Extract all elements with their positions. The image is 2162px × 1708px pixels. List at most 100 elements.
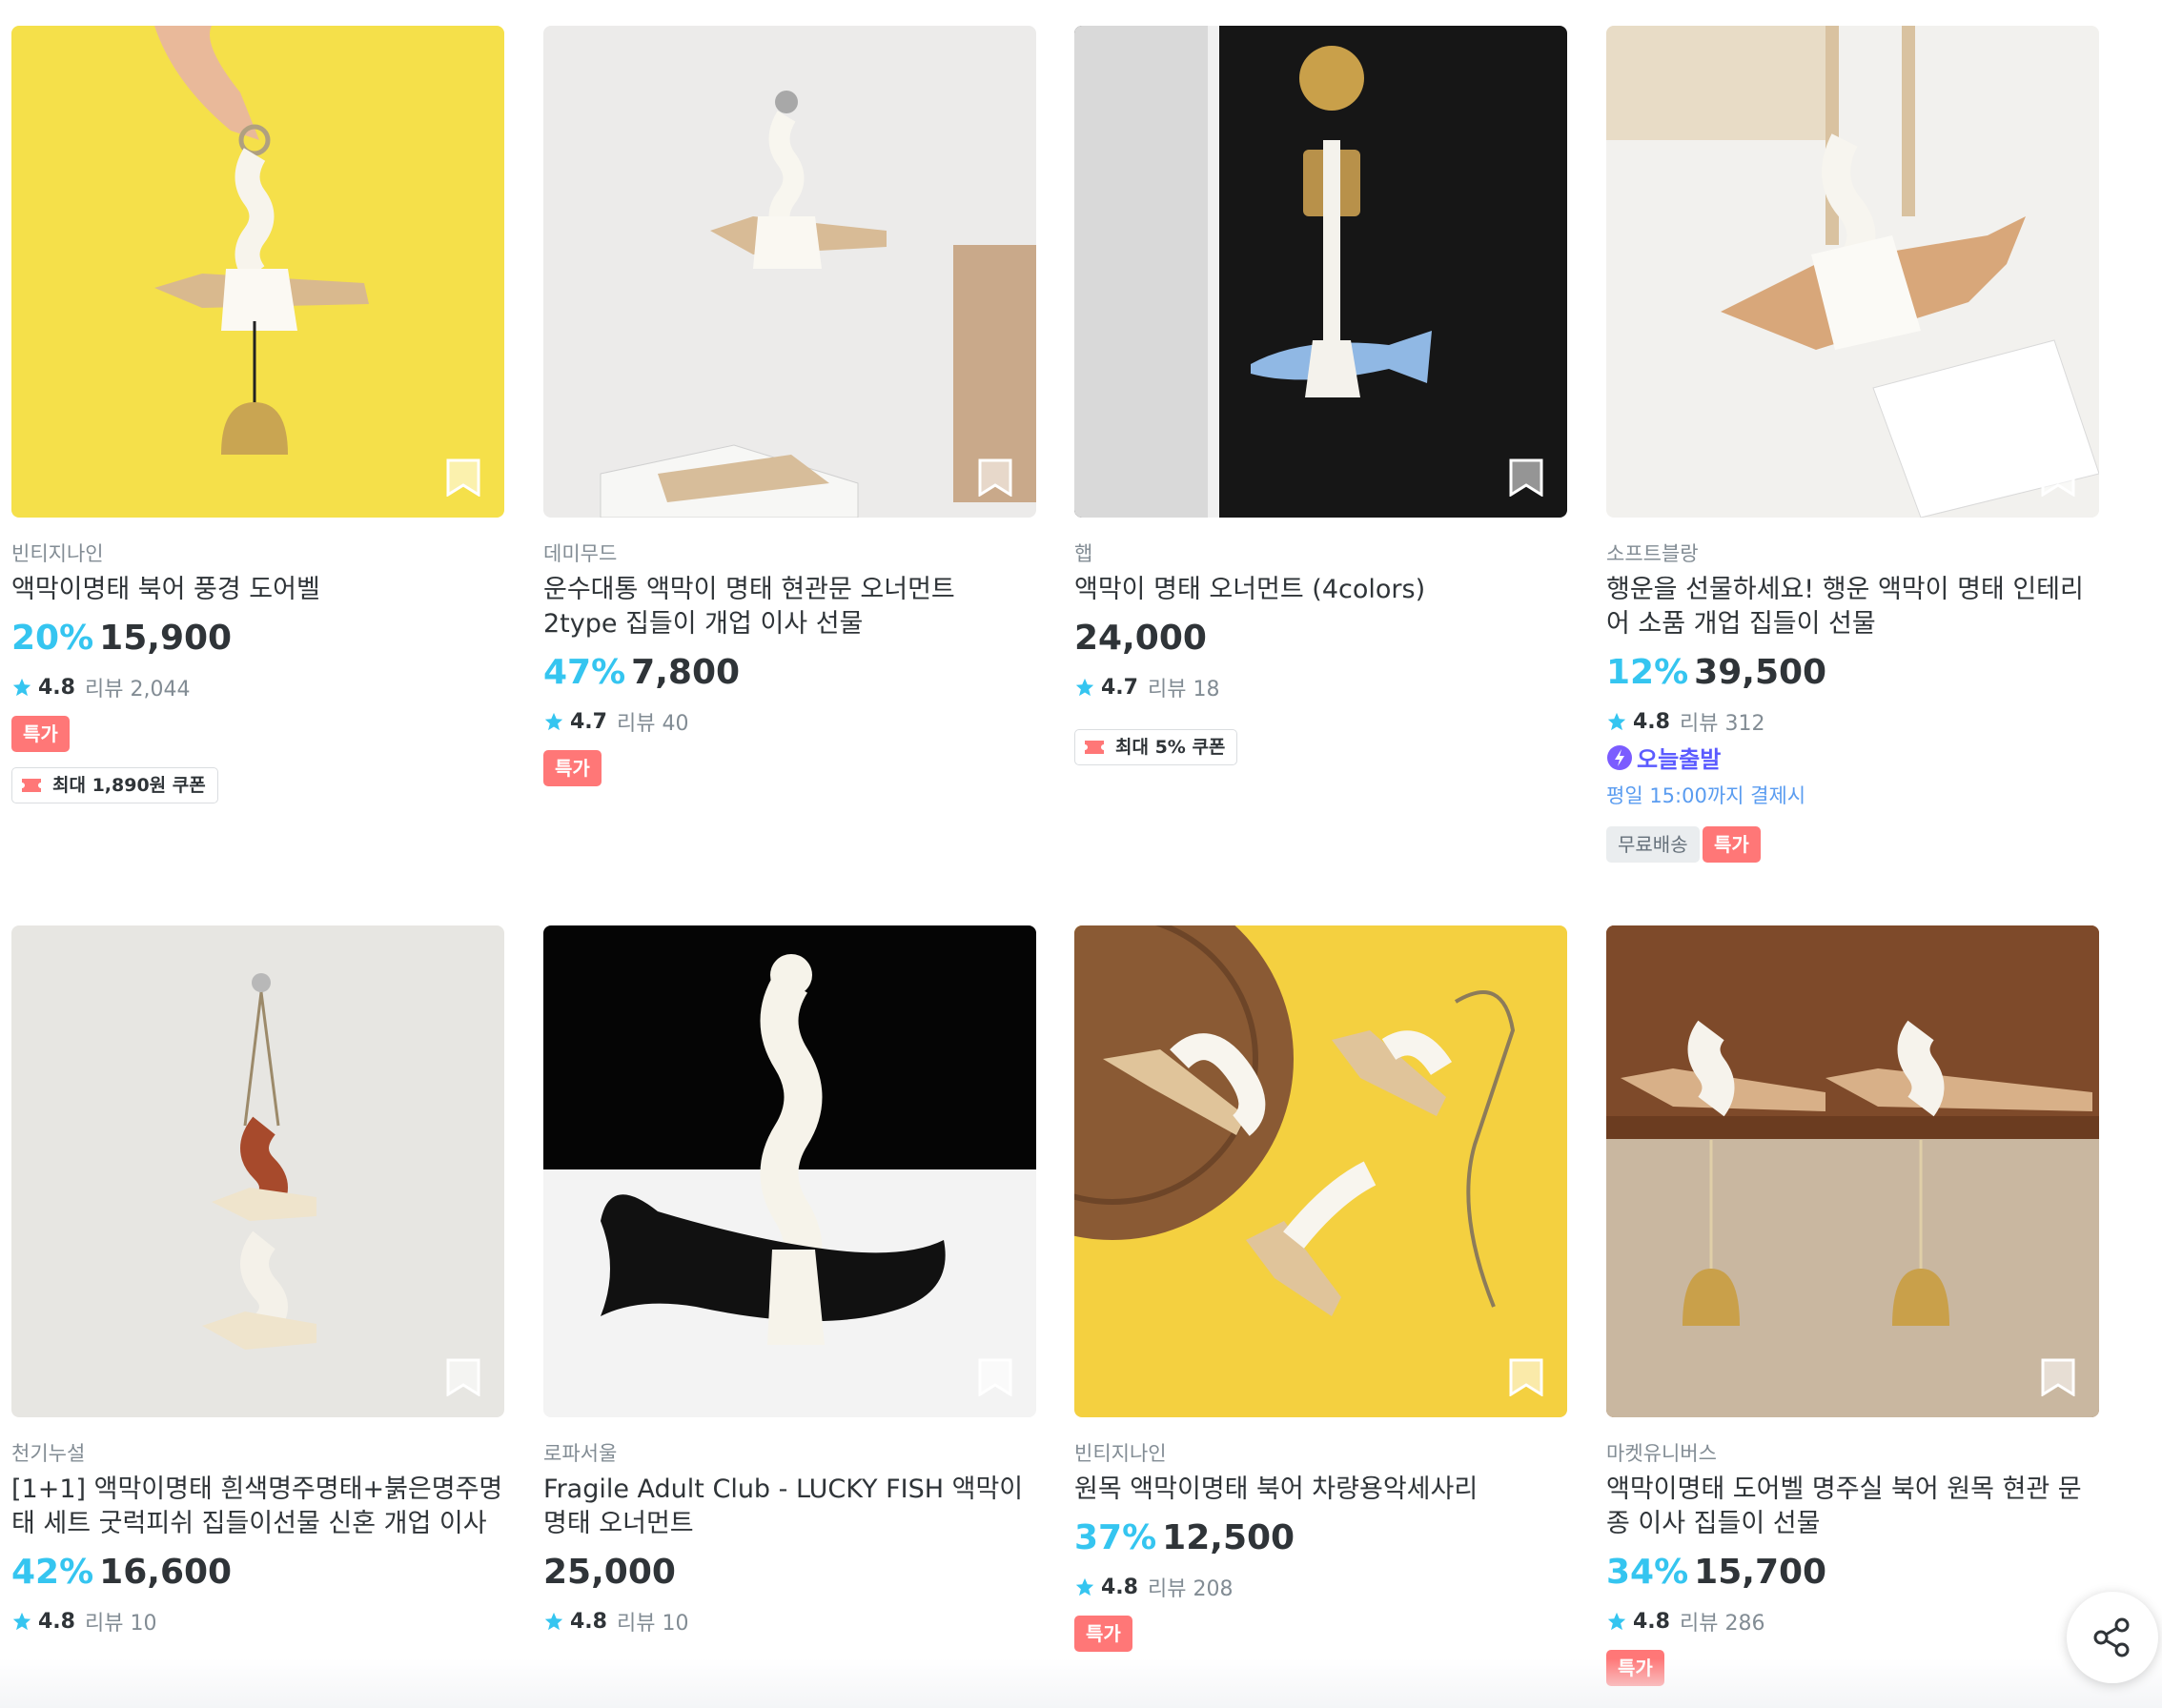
star-icon [1607,712,1626,731]
price-row: 20% 15,900 [11,619,232,658]
price: 39,500 [1694,653,1827,692]
product-image[interactable] [1606,925,2099,1417]
rating-row: 4.7 리뷰 18 [1074,672,1219,702]
brand-name[interactable]: 마켓유니버스 [1606,1438,1717,1467]
product-photo [543,26,1036,518]
review-count: 리뷰 208 [1147,1577,1234,1601]
coupon-icon [1085,741,1104,754]
brand-name[interactable]: 로파서울 [543,1438,617,1467]
price-row: 42% 16,600 [11,1553,232,1592]
brand-name[interactable]: 소프트블랑 [1606,539,1699,567]
bookmark-icon[interactable] [2040,458,2076,497]
brand-name[interactable]: 천기누설 [11,1438,85,1467]
price-row: 34% 15,700 [1606,1553,1826,1592]
bookmark-icon[interactable] [1508,458,1544,497]
coupon-badge[interactable]: 최대 5% 쿠폰 [1074,729,1238,765]
review-count: 리뷰 10 [616,1612,689,1636]
price-row: 12% 39,500 [1606,653,1826,692]
product-image[interactable] [543,26,1036,518]
product-image[interactable] [1606,26,2099,518]
product-photo [1074,925,1567,1417]
free-shipping-badge: 무료배송 [1606,826,1700,863]
coupon-badge[interactable]: 최대 1,890원 쿠폰 [11,767,218,803]
discount-rate: 34% [1606,1553,1689,1592]
review-count: 리뷰 10 [84,1612,157,1636]
price: 16,600 [99,1553,233,1592]
discount-rate: 47% [543,653,626,692]
rating-row: 4.8 리뷰 10 [11,1606,156,1637]
brand-name[interactable]: 빈티지나인 [1074,1438,1167,1467]
bottom-fade [0,1658,2162,1708]
rating-row: 4.8 리뷰 2,044 [11,672,190,702]
product-card[interactable]: 소프트블랑 행운을 선물하세요! 행운 액막이 명태 인테리어 소품 개업 집들… [1606,26,2099,863]
coupon-label: 최대 5% 쿠폰 [1115,737,1226,758]
product-title[interactable]: 운수대통 액막이 명태 현관문 오너먼트 2type 집들이 개업 이사 선물 [543,573,1036,641]
product-title[interactable]: 액막이명태 도어벨 명주실 북어 원목 현관 문 종 이사 집들이 선물 [1606,1473,2099,1541]
rating-score: 4.7 [570,709,607,734]
product-image[interactable] [11,26,504,518]
price: 25,000 [543,1553,676,1592]
product-card[interactable]: 데미무드 운수대통 액막이 명태 현관문 오너먼트 2type 집들이 개업 이… [543,26,1036,786]
review-count: 리뷰 40 [616,712,689,736]
product-photo [1606,26,2099,518]
rating-row: 4.8 리뷰 286 [1606,1606,1764,1637]
rating-score: 4.8 [570,1609,607,1634]
product-title[interactable]: 액막이명태 북어 풍경 도어벨 [11,573,504,607]
product-photo [1074,26,1567,518]
product-title[interactable]: 행운을 선물하세요! 행운 액막이 명태 인테리어 소품 개업 집들이 선물 [1606,573,2099,641]
product-card[interactable]: 로파서울 Fragile Adult Club - LUCKY FISH 액막이… [543,925,1036,1636]
price-row: 24,000 [1074,619,1207,658]
discount-rate: 12% [1606,653,1689,692]
brand-name[interactable]: 빈티지나인 [11,539,104,567]
discount-rate: 42% [11,1553,94,1592]
product-image[interactable] [543,925,1036,1417]
bookmark-icon[interactable] [445,1358,481,1396]
brand-name[interactable]: 데미무드 [543,539,617,567]
product-card[interactable]: 햅 액막이 명태 오너먼트 (4colors) 24,000 4.7 리뷰 18… [1074,26,1567,765]
bookmark-icon[interactable] [977,458,1013,497]
lightning-icon [1607,744,1632,770]
today-shipping: 오늘출발 [1606,741,1721,774]
product-image[interactable] [11,925,504,1417]
coupon-label: 최대 1,890원 쿠폰 [52,775,206,796]
review-count: 리뷰 2,044 [84,678,191,702]
coupon-icon [22,779,41,792]
today-shipping-label: 오늘출발 [1637,746,1722,773]
product-card[interactable]: 빈티지나인 액막이명태 북어 풍경 도어벨 20% 15,900 4.8 리뷰 2… [11,26,504,803]
price: 24,000 [1074,619,1207,658]
product-photo [543,925,1036,1417]
bookmark-icon[interactable] [445,458,481,497]
star-icon [12,678,31,697]
price: 15,700 [1694,1553,1827,1592]
product-title[interactable]: 액막이 명태 오너먼트 (4colors) [1074,573,1567,607]
product-image[interactable] [1074,925,1567,1417]
price: 12,500 [1162,1518,1295,1557]
product-card[interactable]: 천기누설 [1+1] 액막이명태 흰색명주명태+붉은명주명태 세트 굿럭피쉬 집… [11,925,504,1636]
product-card[interactable]: 마켓유니버스 액막이명태 도어벨 명주실 북어 원목 현관 문 종 이사 집들이… [1606,925,2099,1686]
rating-score: 4.8 [1633,1609,1670,1634]
product-title[interactable]: [1+1] 액막이명태 흰색명주명태+붉은명주명태 세트 굿럭피쉬 집들이선물 … [11,1473,504,1541]
bookmark-icon[interactable] [977,1358,1013,1396]
rating-score: 4.8 [1633,709,1670,734]
rating-score: 4.8 [38,675,75,700]
special-price-badge: 특가 [1703,826,1761,863]
star-icon [1607,1612,1626,1631]
share-button[interactable] [2067,1592,2158,1683]
bookmark-icon[interactable] [1508,1358,1544,1396]
product-photo [11,26,504,518]
product-card[interactable]: 빈티지나인 원목 액막이명태 북어 차량용악세사리 37% 12,500 4.8 … [1074,925,1567,1652]
brand-name[interactable]: 햅 [1074,539,1092,567]
rating-row: 4.8 리뷰 10 [543,1606,688,1637]
product-title[interactable]: 원목 액막이명태 북어 차량용악세사리 [1074,1473,1567,1507]
price: 15,900 [99,619,233,658]
shipping-cutoff-note: 평일 15:00까지 결제시 [1606,784,1806,807]
star-icon [12,1612,31,1631]
review-count: 리뷰 286 [1679,1612,1765,1636]
bookmark-icon[interactable] [2040,1358,2076,1396]
product-title[interactable]: Fragile Adult Club - LUCKY FISH 액막이 명태 오… [543,1473,1036,1541]
rating-score: 4.8 [38,1609,75,1634]
price: 7,800 [631,653,741,692]
star-icon [1075,1577,1094,1596]
product-photo [11,925,504,1417]
product-image[interactable] [1074,26,1567,518]
